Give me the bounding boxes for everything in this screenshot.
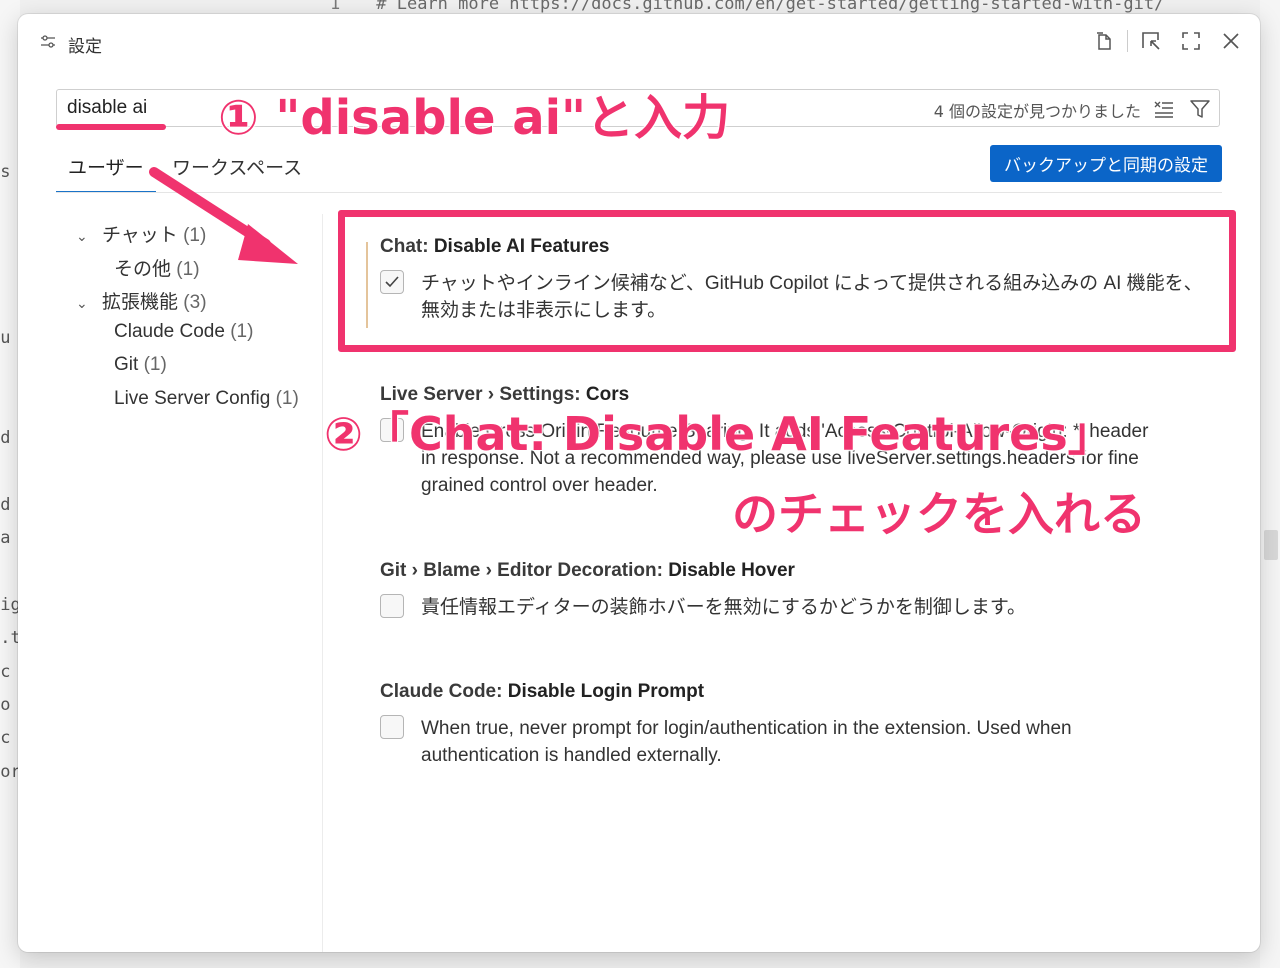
annotation-highlight-box (338, 210, 1236, 352)
tree-item-count: (3) (183, 292, 207, 313)
annotation-underline (56, 124, 166, 130)
chevron-down-icon: ⌄ (76, 228, 88, 244)
tab-user[interactable]: ユーザー (56, 154, 156, 193)
background-explorer: ts du nd nd ca fig d.t oc so mc sor (0, 0, 21, 968)
setting-description: When true, never prompt for login/authen… (421, 718, 1072, 766)
open-settings-json-icon[interactable] (1093, 30, 1115, 52)
tree-item-extensions[interactable]: ⌄ 拡張機能 (3) (76, 287, 207, 314)
setting-title: Git › Blame › Editor Decoration: Disable… (380, 560, 795, 581)
filter-icon[interactable] (1189, 98, 1211, 120)
setting-title: Claude Code: Disable Login Prompt (380, 681, 705, 702)
tree-item-label: Live Server Config (114, 388, 271, 409)
maximize-icon[interactable] (1180, 30, 1202, 52)
close-icon[interactable] (1220, 30, 1242, 52)
annotation-step1: ① "disable ai"と入力 (217, 89, 731, 147)
setting-git-blame-disable-hover: Git › Blame › Editor Decoration: Disable… (380, 560, 1160, 630)
tree-separator (322, 214, 323, 952)
pop-out-icon[interactable] (1140, 30, 1162, 52)
search-result-count: 4 個の設定が見つかりました (933, 102, 1141, 121)
clear-filter-icon[interactable] (1153, 98, 1175, 120)
tree-item-count: (1) (275, 388, 299, 409)
tree-item-label: Git (114, 354, 139, 375)
line-number: 1 (330, 0, 341, 14)
tree-item-count: (1) (230, 321, 254, 342)
setting-checkbox[interactable] (380, 715, 404, 739)
dialog-title: 設定 (68, 37, 102, 57)
tree-item-label: Claude Code (114, 321, 225, 342)
settings-dialog: 設定 4 個の設定が見つかりました (18, 14, 1260, 952)
background-scrollbar (1260, 0, 1280, 968)
backup-sync-button[interactable]: バックアップと同期の設定 (990, 145, 1222, 182)
setting-description: 責任情報エディターの装飾ホバーを無効にするかどうかを制御します。 (421, 597, 1026, 618)
tree-item-count: (1) (143, 354, 167, 375)
tree-item-label: 拡張機能 (102, 292, 179, 313)
setting-claude-code-disable-login: Claude Code: Disable Login Prompt When t… (380, 681, 1160, 781)
tree-item-claude-code[interactable]: Claude Code (1) (114, 321, 253, 343)
tree-item-git[interactable]: Git (1) (114, 354, 167, 376)
annotation-arrow-icon (149, 167, 298, 264)
annotation-step2-line1: ②「Chat: Disable AI Features」 (323, 406, 1115, 462)
chevron-down-icon: ⌄ (76, 295, 88, 311)
tree-item-live-server-config[interactable]: Live Server Config (1) (114, 388, 299, 410)
annotation-step2-line2: のチェックを入れる (731, 486, 1147, 542)
setting-checkbox[interactable] (380, 594, 404, 618)
code-text: # Learn more https://docs.github.com/en/… (376, 0, 1165, 14)
dialog-titlebar: 設定 (18, 14, 1260, 70)
settings-sliders-icon (41, 35, 55, 48)
background-code-line: 1 # Learn more https://docs.github.com/en… (330, 0, 1164, 14)
